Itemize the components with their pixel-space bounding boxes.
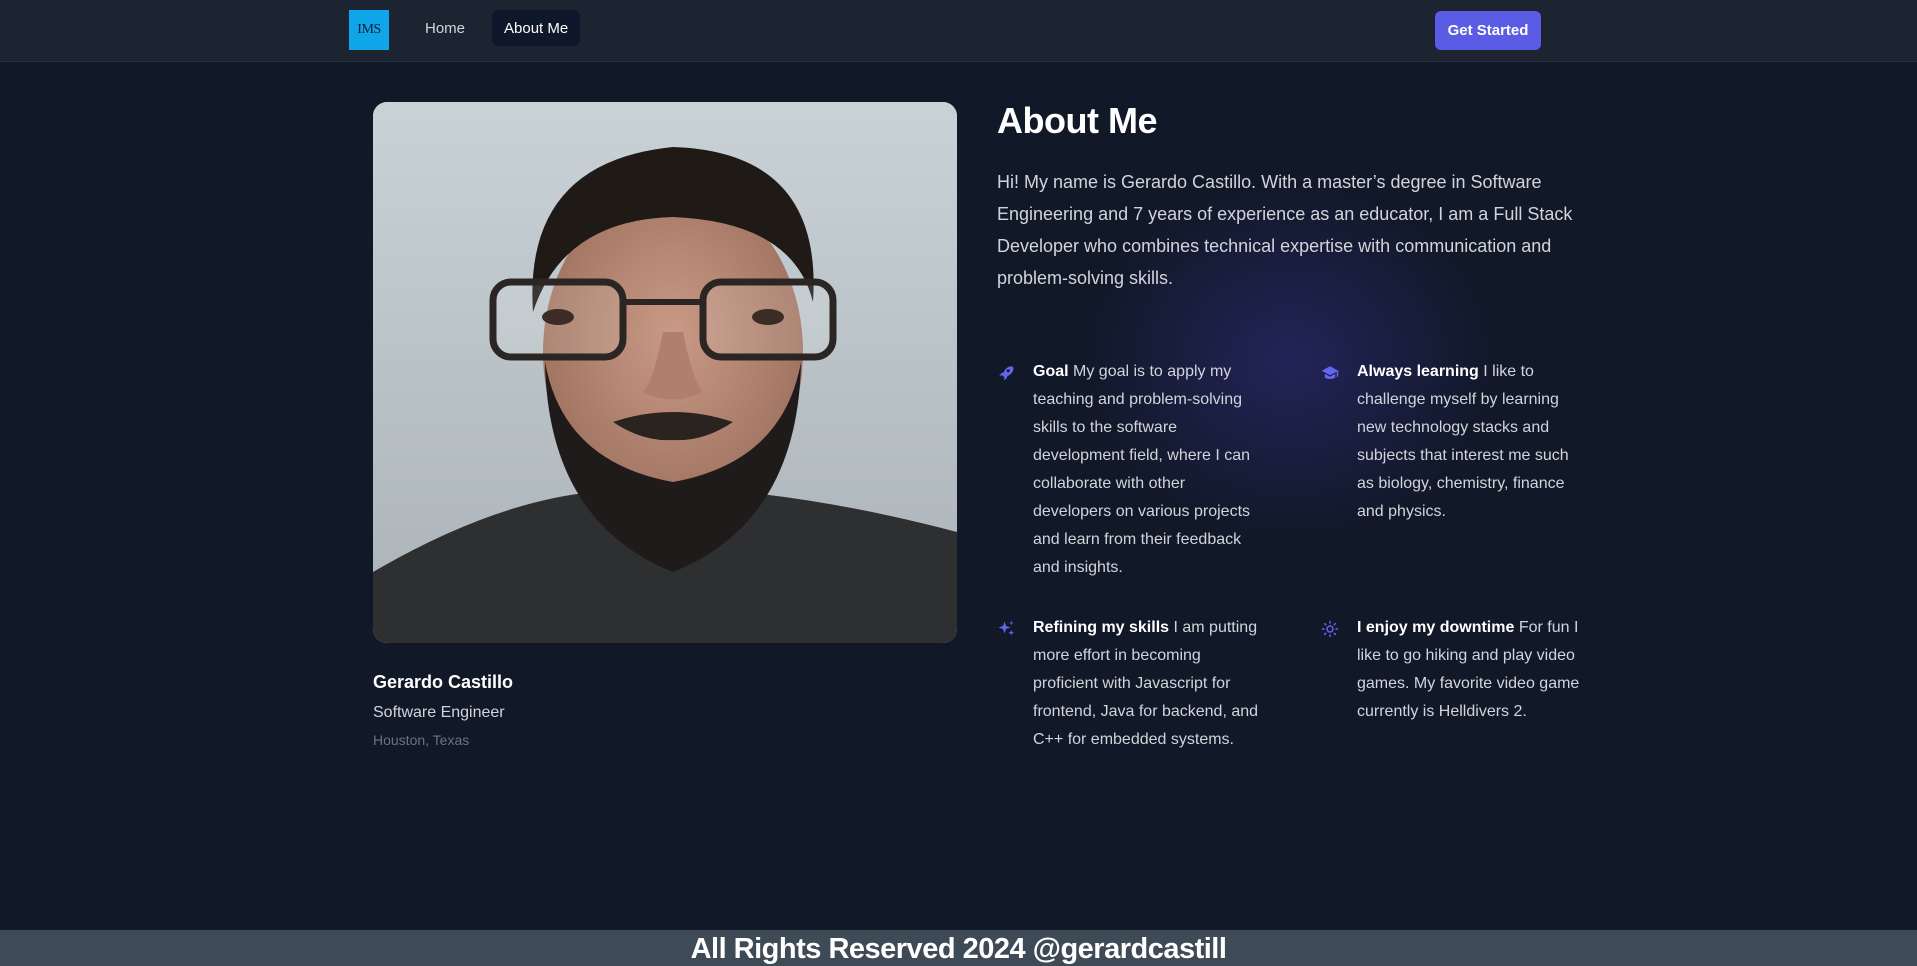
get-started-button[interactable]: Get Started [1435,11,1541,50]
page: IMS Home About Me Get Started Gerardo Ca… [0,0,1917,966]
feature-refining-skills: Refining my skills I am putting more eff… [998,614,1263,754]
about-title: About Me [997,100,1157,141]
feature-text: I like to challenge myself by learning n… [1357,363,1569,520]
profile-name: Gerardo Castillo [373,672,514,692]
feature-title: Always learning [1357,363,1484,380]
feature-title: Refining my skills [1033,619,1174,636]
sun-icon [1321,620,1339,638]
feature-downtime: I enjoy my downtime For fun I like to go… [1321,614,1587,726]
rocket-icon [999,366,1014,381]
feature-title: I enjoy my downtime [1357,619,1519,636]
nav-link-about-me[interactable]: About Me [492,10,581,46]
feature-title: Goal [1033,363,1074,380]
profile-role: Software Engineer [373,704,505,721]
footer-copyright: All Rights Reserved 2024 @gerardcastill [690,932,1227,965]
logo[interactable]: IMS [349,10,389,50]
sparkles-icon [998,620,1015,636]
portrait-illustration [373,102,957,643]
top-nav: IMS Home About Me Get Started [0,0,1917,62]
feature-text: My goal is to apply my teaching and prob… [1033,363,1251,576]
profile-photo [373,102,957,643]
feature-always-learning: Always learning I like to challenge myse… [1321,358,1587,526]
nav-link-home[interactable]: Home [413,10,477,46]
footer: All Rights Reserved 2024 @gerardcastill [0,930,1917,966]
about-intro: Hi! My name is Gerardo Castillo. With a … [997,172,1573,288]
feature-goal: Goal My goal is to apply my teaching and… [999,358,1263,582]
graduation-cap-icon [1321,366,1339,379]
feature-text: I am putting more effort in becoming pro… [1033,619,1259,748]
profile-location: Houston, Texas [373,732,470,748]
